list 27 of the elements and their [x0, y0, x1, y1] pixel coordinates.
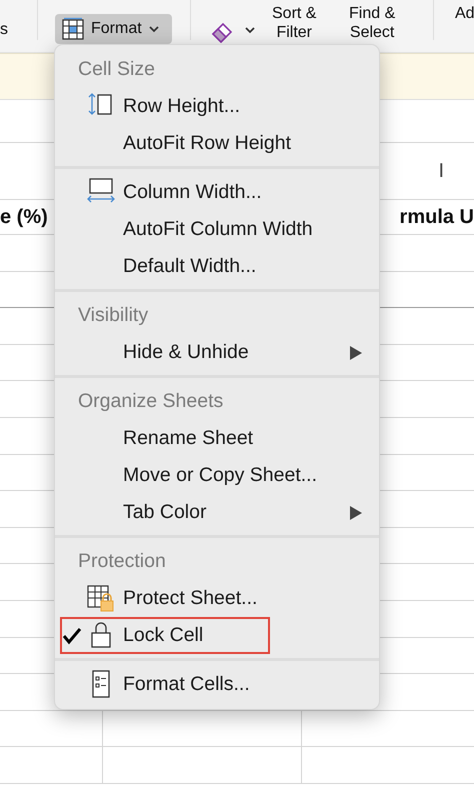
column-letter: I — [438, 159, 444, 184]
section-heading: Cell Size — [78, 57, 155, 82]
caret-icon — [244, 25, 256, 35]
column-header: e (%) — [0, 205, 48, 230]
ribbon-label: Ad — [455, 4, 474, 23]
menu-item[interactable]: Move or Copy Sheet... — [55, 457, 379, 494]
menu-item[interactable]: Hide & Unhide — [55, 334, 379, 371]
menu-item[interactable]: Rename Sheet — [55, 420, 379, 457]
menu-item[interactable]: Tab Color — [55, 494, 379, 531]
menu-item[interactable]: AutoFit Column Width — [55, 211, 379, 248]
menu-item[interactable]: Row Height... — [55, 88, 379, 125]
section-heading: Organize Sheets — [78, 389, 224, 414]
menu-item[interactable]: Lock Cell — [55, 617, 379, 654]
menu-item[interactable]: Default Width... — [55, 248, 379, 285]
ribbon-button[interactable]: Find & Select — [349, 4, 396, 42]
menu-item[interactable]: Column Width... — [55, 174, 379, 211]
format-button[interactable]: Format — [55, 14, 172, 44]
menu-item[interactable]: Format Cells... — [55, 666, 379, 703]
menu-item[interactable]: Protect Sheet... — [55, 580, 379, 617]
section-heading: Visibility — [78, 303, 148, 328]
ribbon-label: s — [0, 20, 8, 39]
caret-icon — [148, 24, 160, 34]
ribbon-button[interactable]: Sort & Filter — [272, 4, 316, 42]
table-icon — [61, 17, 85, 41]
section-heading: Protection — [78, 549, 166, 574]
column-header: rmula U — [400, 205, 474, 230]
menu-item[interactable]: AutoFit Row Height — [55, 125, 379, 162]
